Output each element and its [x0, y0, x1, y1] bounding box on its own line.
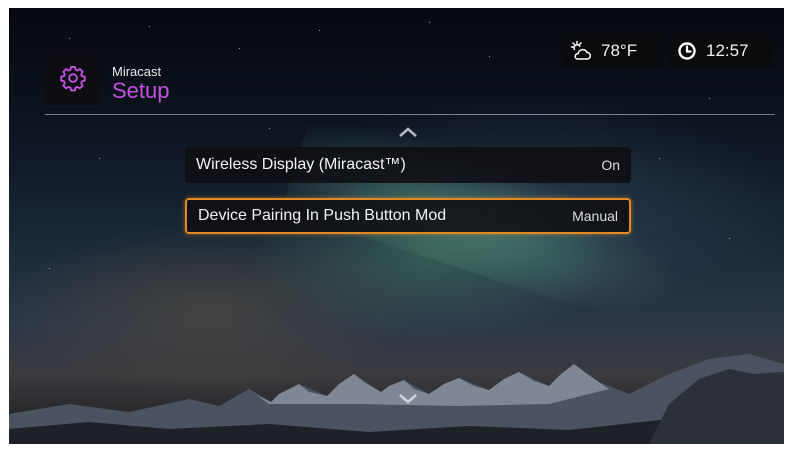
setup-logo — [45, 51, 101, 105]
menu-item-value: On — [601, 157, 620, 173]
clock-icon — [678, 42, 696, 60]
temperature-text: 78°F — [601, 41, 638, 60]
menu-item-value: Manual — [572, 208, 618, 224]
section-label: Miracast — [112, 64, 162, 79]
tv-screen: Miracast Setup 78°F 12:57 Wireless Displ… — [9, 8, 784, 444]
menu-item-wireless-display[interactable]: Wireless Display (Miracast™) On — [185, 147, 631, 183]
mountain-range — [9, 354, 784, 444]
weather-widget: 78°F — [562, 35, 663, 67]
menu-item-label: Device Pairing In Push Button Mod — [198, 207, 447, 224]
clock-widget: 12:57 — [669, 35, 772, 67]
header-divider — [45, 114, 775, 115]
partly-cloudy-icon — [570, 40, 591, 60]
menu-item-device-pairing[interactable]: Device Pairing In Push Button Mod Manual — [185, 198, 631, 234]
page-title: Setup — [112, 78, 170, 103]
gear-icon — [60, 65, 86, 92]
time-text: 12:57 — [706, 41, 749, 60]
menu-item-label: Wireless Display (Miracast™) — [196, 156, 406, 173]
scroll-down-chevron-icon[interactable] — [396, 392, 420, 406]
scroll-up-chevron-icon[interactable] — [396, 125, 420, 139]
